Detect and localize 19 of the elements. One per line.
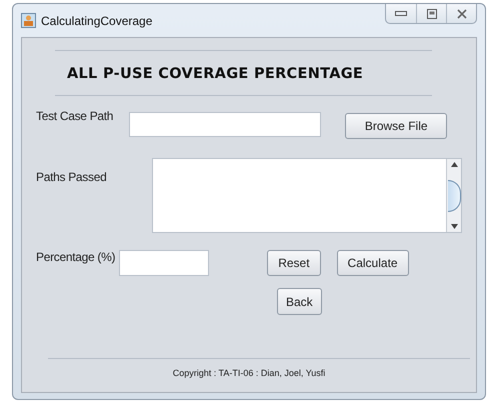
minimize-icon [395, 10, 407, 16]
form-heading: ALL P-USE COVERAGE PERCENTAGE [67, 66, 364, 82]
back-button[interactable]: Back [277, 288, 322, 315]
field-label: Paths Passed [36, 170, 106, 184]
action-button[interactable]: Calculate [336, 250, 409, 276]
scrollbar[interactable] [446, 159, 462, 232]
test-case-path-field[interactable] [129, 112, 322, 137]
up-arrow-icon[interactable] [450, 162, 458, 167]
close-icon [456, 8, 466, 18]
window-title: CalculatingCoverage [41, 14, 152, 28]
maximize-icon [426, 8, 436, 18]
browse-file-button[interactable]: Browse File [345, 113, 448, 139]
app-icon [21, 13, 36, 28]
copyright-text: Copyright : TA-TI-06 : Dian, Joel, Yusfi [172, 368, 326, 378]
field-label: Percentage (%) [36, 250, 116, 264]
field-label: Test Case Path [36, 109, 114, 123]
percentage-field[interactable] [119, 250, 210, 276]
action-button[interactable]: Reset [267, 250, 321, 276]
down-arrow-icon[interactable] [450, 224, 458, 229]
